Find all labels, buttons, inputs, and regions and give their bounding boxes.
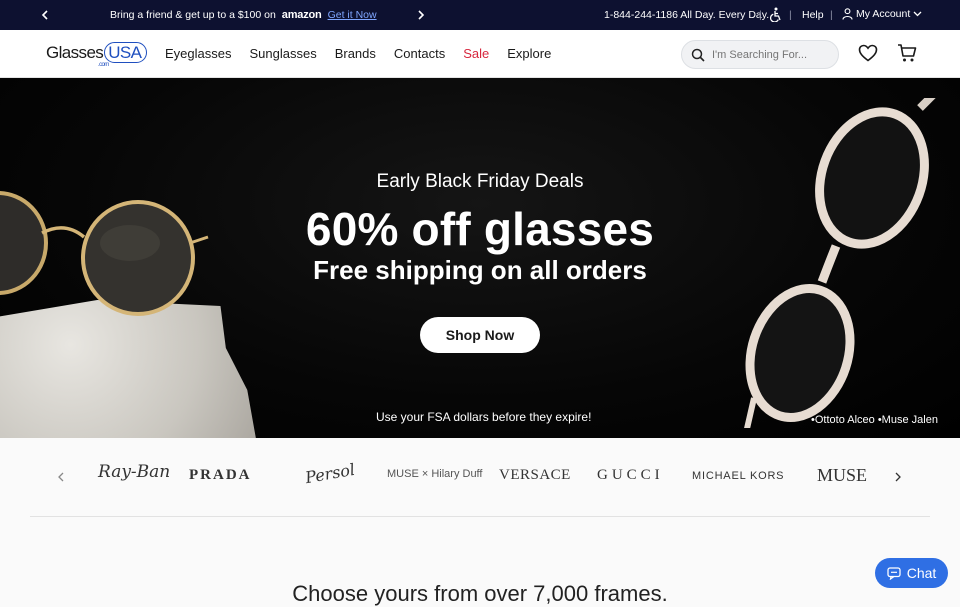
chevron-left-icon[interactable] (38, 8, 52, 22)
section-divider (30, 516, 930, 517)
nav-item-brands[interactable]: Brands (335, 46, 376, 61)
nav-item-explore[interactable]: Explore (507, 46, 551, 61)
user-icon (842, 8, 853, 20)
promo-text: Bring a friend & get up to a $100 on (110, 9, 276, 21)
nav-item-sale[interactable]: Sale (463, 46, 489, 61)
divider: | (830, 9, 833, 21)
carousel-next-icon[interactable] (894, 469, 902, 487)
chat-button[interactable]: Chat (875, 558, 948, 588)
top-bar: Bring a friend & get up to a $100 on ama… (0, 0, 960, 30)
hero-shipping-line: Free shipping on all orders (313, 255, 647, 285)
hero-title: 60% off glasses (305, 203, 655, 255)
brand-logo-versace[interactable]: VERSACE (499, 467, 571, 484)
hero-subtitle: Early Black Friday Deals (376, 171, 584, 192)
search-input[interactable] (712, 48, 832, 61)
brand-logo-muse[interactable]: MUSE (817, 465, 867, 486)
brand-logo-muse-small: MUSE (387, 468, 419, 480)
cart-icon[interactable] (897, 43, 917, 68)
my-account-label: My Account (856, 8, 911, 20)
phone-number[interactable]: 1-844-244-1186 All Day. Every Day. (604, 9, 769, 21)
search-box[interactable] (681, 40, 839, 69)
nav-item-contacts[interactable]: Contacts (394, 46, 445, 61)
chevron-down-icon (913, 11, 922, 17)
site-logo[interactable]: Glasses USA .com (46, 42, 148, 68)
brand-logo-rayban[interactable]: Ray-Ban (98, 462, 170, 482)
carousel-prev-icon[interactable] (57, 469, 65, 487)
heart-icon[interactable] (858, 44, 878, 67)
nav-item-sunglasses[interactable]: Sunglasses (249, 46, 316, 61)
brand-logo-hilary-duff: Hilary Duff (431, 468, 483, 480)
logo-text: Glasses (46, 43, 104, 62)
frame-credit: •Ottoto Alceo •Muse Jalen (811, 414, 938, 426)
amazon-logo: amazon (281, 9, 322, 21)
brand-logo-persol[interactable]: Persol (304, 460, 357, 487)
my-account-button[interactable]: My Account (842, 8, 922, 20)
brand-carousel: Ray-Ban PRADA Persol MUSE × Hilary Duff … (0, 438, 960, 517)
search-icon (691, 48, 705, 62)
shop-now-button[interactable]: Shop Now (420, 317, 540, 353)
accessibility-icon[interactable] (769, 7, 782, 25)
section-heading: Choose yours from over 7,000 frames. (292, 581, 668, 606)
fsa-notice: Use your FSA dollars before they expire! (376, 410, 592, 424)
brand-logo-gucci[interactable]: GUCCI (597, 467, 664, 484)
divider: | (789, 9, 792, 21)
brand-logo-muse-collab[interactable]: MUSE × Hilary Duff (387, 468, 482, 480)
logo-accent: USA (104, 42, 148, 63)
chat-label: Chat (906, 565, 937, 581)
get-it-now-link[interactable]: Get it Now (328, 9, 377, 21)
hero-banner[interactable]: Early Black Friday Deals 60% off glasses… (0, 78, 960, 438)
chat-icon (887, 566, 901, 580)
main-navigation: Glasses USA .com Eyeglasses Sunglasses Br… (0, 30, 960, 78)
chevron-right-icon[interactable] (414, 8, 428, 22)
nav-item-eyeglasses[interactable]: Eyeglasses (165, 46, 231, 61)
nav-menu: Eyeglasses Sunglasses Brands Contacts Sa… (165, 46, 569, 61)
help-link[interactable]: Help (802, 9, 824, 21)
logo-suffix: .com (98, 62, 109, 68)
divider: | (759, 9, 762, 21)
promo-banner: Bring a friend & get up to a $100 on ama… (110, 9, 377, 21)
brand-logo-michael-kors[interactable]: MICHAEL KORS (692, 470, 784, 482)
brand-logo-prada[interactable]: PRADA (189, 467, 252, 484)
